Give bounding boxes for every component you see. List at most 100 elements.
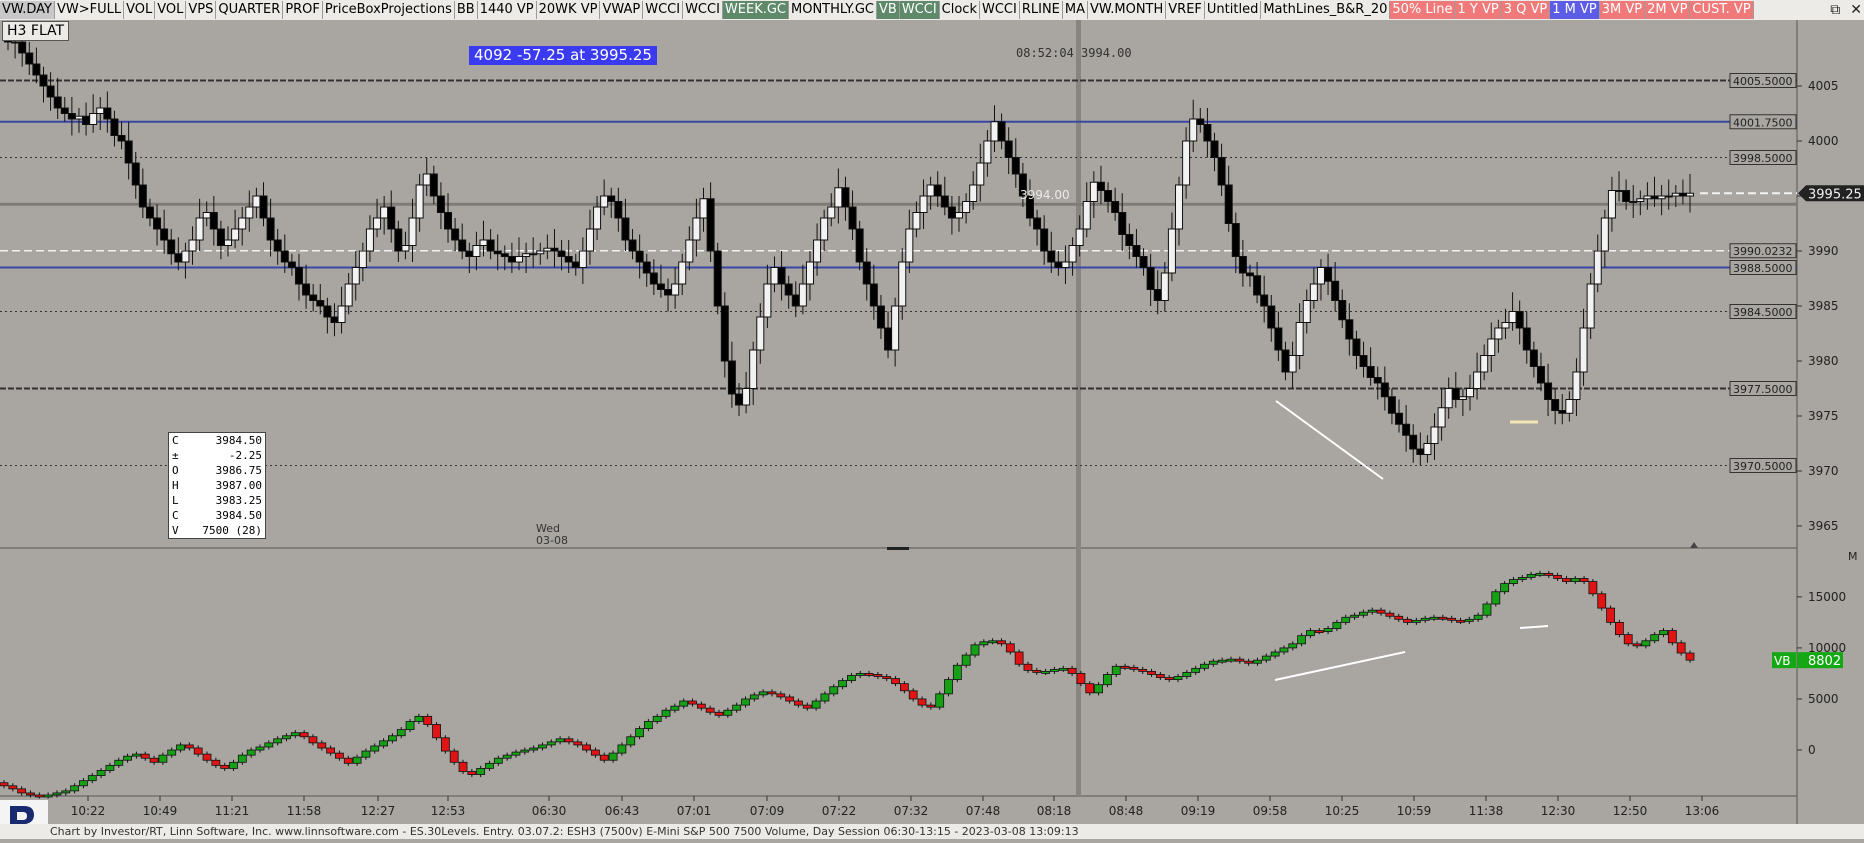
candle-body [1465, 388, 1474, 398]
candle-body [656, 283, 665, 290]
data-key: ± [172, 449, 179, 462]
vb-bar [1394, 615, 1404, 620]
vb-bar [1058, 667, 1068, 671]
toolbar-button[interactable]: MA [1062, 1, 1088, 19]
toolbar-button[interactable]: CUST. VP [1690, 1, 1754, 19]
toolbar-button[interactable]: BB [454, 1, 478, 19]
restore-window-icon[interactable]: ⧉ [1830, 2, 1840, 18]
toolbar-button[interactable]: 1 Y VP [1455, 1, 1502, 19]
candle-body [727, 360, 736, 395]
toolbar-button[interactable]: WCCI [683, 1, 723, 19]
toolbar-button[interactable]: Untitled [1204, 1, 1262, 19]
candle-body [1551, 399, 1560, 411]
chart-area[interactable]: 4005.5000 4001.7500 3998.5000 3990.0232 3988… [0, 20, 1864, 824]
toolbar-button[interactable]: 2M VP [1645, 1, 1691, 19]
panel-splitter-handle[interactable] [887, 547, 909, 550]
candle-body [1622, 190, 1631, 202]
toolbar-button[interactable]: Clock [939, 1, 980, 19]
candle-body [465, 250, 474, 257]
toolbar-button[interactable]: WEEK.GC [722, 1, 789, 19]
vb-panel-marker: M [1848, 550, 1858, 563]
toolbar-button[interactable]: PriceBoxProjections [322, 1, 455, 19]
candle-body [1253, 275, 1262, 296]
vb-bar [749, 694, 759, 700]
candle-body [571, 261, 580, 268]
candle-body [1281, 349, 1290, 373]
vb-bar [502, 754, 512, 759]
time-tick-label: 07:09 [750, 804, 785, 818]
vb-bar [1676, 642, 1686, 654]
vb-bar [352, 756, 362, 764]
candle-body [1302, 300, 1311, 323]
candle-body [1664, 195, 1673, 198]
candle-body [784, 283, 793, 296]
candle-body [1558, 410, 1567, 414]
vb-bar [1182, 672, 1192, 677]
vb-bar [1173, 676, 1183, 680]
vb-bar [652, 715, 662, 722]
candle-body [600, 195, 609, 208]
candle-body [160, 228, 169, 241]
toolbar-button[interactable]: VPS [186, 1, 217, 19]
candle-body [1536, 366, 1545, 384]
toolbar-button[interactable]: VWAP [600, 1, 644, 19]
vb-bar [432, 724, 441, 739]
candle-body [259, 195, 268, 219]
close-window-icon[interactable]: ✕ [1850, 2, 1862, 18]
toolbar-button[interactable]: 20WK VP [536, 1, 601, 19]
candle-body [401, 245, 410, 252]
candle-body [280, 250, 289, 263]
vb-bar [1050, 668, 1059, 672]
toolbar-button[interactable]: PROF [283, 1, 323, 19]
day-date: 03-08 [536, 534, 568, 547]
toolbar-button[interactable]: WCCI [899, 1, 940, 19]
candle-body [1366, 366, 1375, 378]
candle-body [216, 228, 225, 246]
vb-bar [608, 752, 618, 761]
toolbar-button[interactable]: 1440 VP [477, 1, 537, 19]
candle-body [926, 184, 935, 197]
time-tick-label: 09:19 [1181, 804, 1216, 818]
vb-bar [1085, 683, 1095, 694]
toolbar-button[interactable]: VREF [1166, 1, 1205, 19]
candle-body [1011, 157, 1020, 175]
toolbar-button[interactable]: VOL [155, 1, 187, 19]
vb-bar [1385, 612, 1395, 617]
candle-body [1458, 396, 1467, 400]
time-tick-label: 12:30 [1541, 804, 1576, 818]
candle-body [614, 201, 623, 219]
vb-bar [767, 691, 777, 695]
candle-body [436, 195, 445, 213]
toolbar-button[interactable]: VW.MONTH [1088, 1, 1167, 19]
vb-bar [626, 736, 636, 746]
toolbar-button[interactable]: MONTHLY.GC [789, 1, 877, 19]
vb-bar [855, 673, 865, 676]
toolbar-button[interactable]: 3M VP [1599, 1, 1646, 19]
vb-bar [591, 749, 600, 756]
toolbar-button[interactable]: VB [877, 1, 900, 19]
toolbar-button[interactable]: 50% Line [1390, 1, 1456, 19]
toolbar-button[interactable]: MathLines_B&R_20 [1261, 1, 1391, 19]
toolbar-button[interactable]: VW.DAY [0, 1, 55, 19]
toolbar-button[interactable]: RLINE [1019, 1, 1063, 19]
candle-body [415, 184, 424, 219]
candle-body [380, 206, 389, 219]
price-tick-label: 4000 [1808, 134, 1839, 148]
toolbar-button[interactable]: WCCI [643, 1, 684, 19]
toolbar-button[interactable]: 3 Q VP [1501, 1, 1551, 19]
vb-bar [573, 741, 583, 746]
toolbar-button[interactable]: QUARTER [216, 1, 284, 19]
candle-body [628, 239, 637, 252]
candle-body [848, 206, 857, 230]
candle-body [529, 253, 538, 256]
toolbar-button[interactable]: 1 M VP [1550, 1, 1600, 19]
candle-body [358, 250, 367, 268]
vb-bar [1350, 614, 1359, 618]
status-bar: Chart by Investor/RT, Linn Software, Inc… [0, 824, 1864, 839]
time-tick-label: 12:53 [431, 804, 466, 818]
vb-bar [61, 790, 71, 794]
toolbar-button[interactable]: VOL [124, 1, 156, 19]
toolbar-button[interactable]: VW>FULL [55, 1, 125, 19]
toolbar-button[interactable]: WCCI [979, 1, 1020, 19]
candle-body [18, 41, 27, 54]
